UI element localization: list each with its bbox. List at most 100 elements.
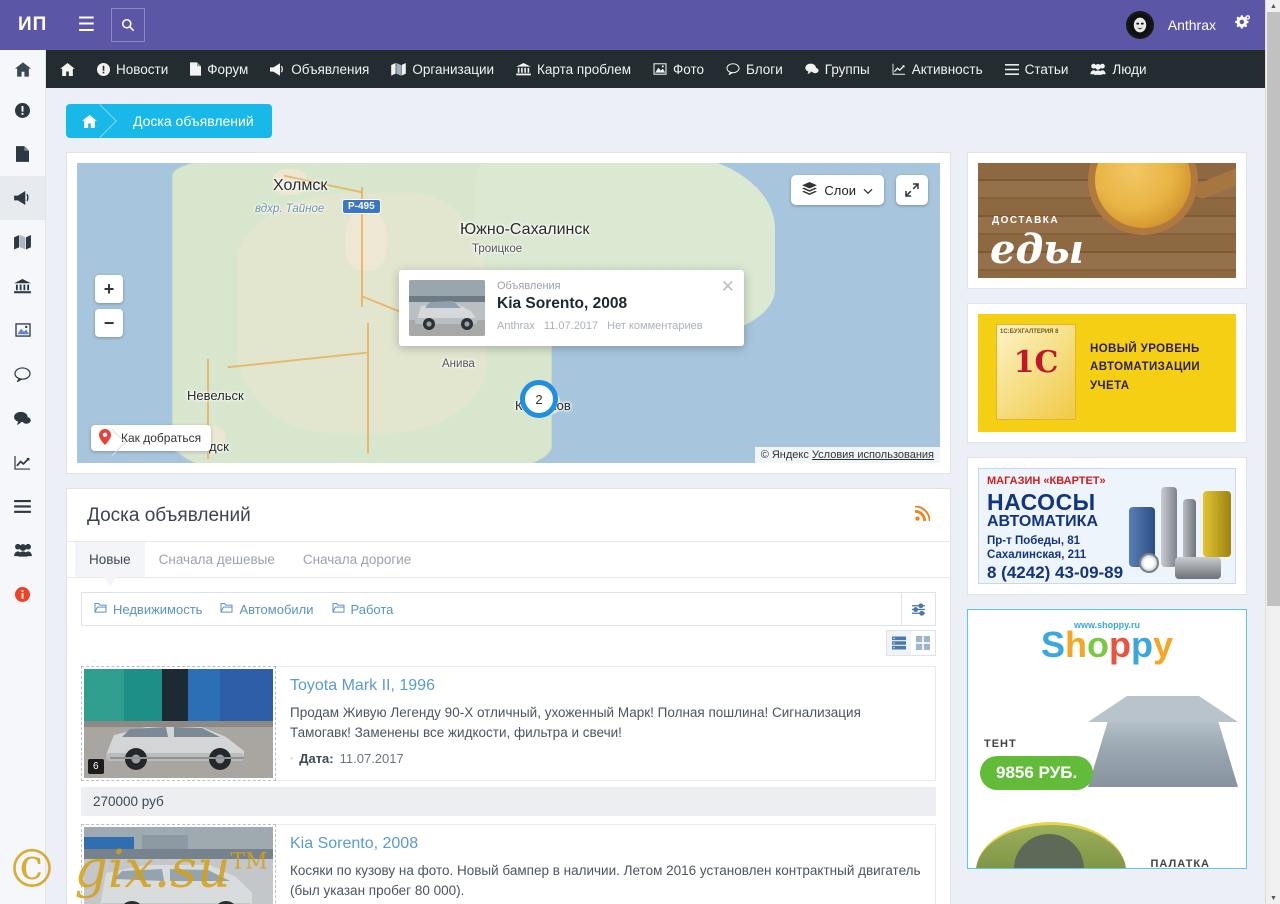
rail-item-activity[interactable] xyxy=(0,440,45,484)
listing-body: Toyota Mark II, 1996 Продам Живую Легенд… xyxy=(276,666,936,781)
zoom-in-button[interactable]: + xyxy=(95,275,123,303)
map-city-area xyxy=(345,211,387,271)
rss-icon[interactable] xyxy=(915,505,931,526)
rail-item-organizations[interactable] xyxy=(0,220,45,264)
rail-item-people[interactable] xyxy=(0,528,45,572)
ad-1c-accounting[interactable]: 1С:БУХГАЛТЕРИЯ 8 1C НОВЫЙ УРОВЕНЬ АВТОМАТ… xyxy=(967,303,1247,443)
tent-roof-image xyxy=(1088,696,1238,722)
balloon-title[interactable]: Kia Sorento, 2008 xyxy=(497,295,734,313)
nav-item-articles[interactable]: Статьи xyxy=(994,50,1080,88)
listing-thumbnail[interactable]: 6 xyxy=(81,666,276,781)
listing-description: Косяки по кузову на фото. Новый бампер в… xyxy=(290,863,921,899)
ad-kvartet-pumps[interactable]: МАГАЗИН «КВАРТЕТ» НАСОСЫ АВТОМАТИКА Пр-т… xyxy=(967,457,1247,595)
ad-banner: ДОСТАВКА еды xyxy=(978,163,1236,278)
map-label: вдхр. Тайное xyxy=(255,203,325,215)
map-terms-link[interactable]: Условия использования xyxy=(812,449,934,461)
grid-view-icon[interactable] xyxy=(911,631,935,655)
bullhorn-icon xyxy=(270,62,285,76)
nav-item-activity[interactable]: Активность xyxy=(881,50,994,88)
browser-scrollbar[interactable]: ▲ ▼ xyxy=(1265,0,1280,904)
nav-item-photo[interactable]: Фото xyxy=(642,50,715,88)
hamburger-icon[interactable]: ☰ xyxy=(63,0,109,50)
file-icon xyxy=(190,62,202,76)
ad-food-delivery[interactable]: ДОСТАВКА еды xyxy=(967,152,1247,289)
sliders-icon[interactable] xyxy=(902,592,936,626)
rail-item-groups[interactable] xyxy=(0,396,45,440)
nav-item-groups[interactable]: Группы xyxy=(794,50,881,88)
rail-item-blogs[interactable] xyxy=(0,352,45,396)
zoom-out-button[interactable]: − xyxy=(95,309,123,337)
nav-label: Форум xyxy=(207,61,249,77)
expand-arrows-icon[interactable] xyxy=(896,175,928,205)
rail-item-info[interactable] xyxy=(0,572,45,616)
folder-open-icon xyxy=(220,602,233,616)
ad-text: НОВЫЙ УРОВЕНЬ АВТОМАТИЗАЦИИ УЧЕТА xyxy=(1090,343,1201,392)
nav-label: Люди xyxy=(1112,61,1147,77)
scroll-down-arrow[interactable]: ▼ xyxy=(1266,892,1280,904)
nav-item-people[interactable]: Люди xyxy=(1079,50,1157,88)
rail-item-ads[interactable] xyxy=(0,176,45,220)
listing-title[interactable]: Kia Sorento, 2008 xyxy=(290,835,921,853)
category-filters: Недвижимость Автомобили Работа xyxy=(81,592,902,626)
rail-item-news[interactable] xyxy=(0,88,45,132)
map-balloon[interactable]: Объявления Kia Sorento, 2008 Anthrax 11.… xyxy=(399,270,744,346)
ad-item2-label: ПАЛАТКА xyxy=(1150,858,1210,869)
scrollbar-thumb[interactable] xyxy=(1267,12,1280,606)
layers-button[interactable]: Слои xyxy=(791,175,884,205)
filter-realty[interactable]: Недвижимость xyxy=(94,602,202,617)
filter-jobs[interactable]: Работа xyxy=(332,602,393,617)
home-icon[interactable] xyxy=(66,104,111,138)
scroll-up-arrow[interactable]: ▲ xyxy=(1266,0,1280,12)
content-area: Доска объявлений Холмск вдхр. Тайное Р-4… xyxy=(46,88,1265,904)
list-view-icon[interactable] xyxy=(887,631,911,655)
map-book-icon xyxy=(391,62,407,76)
route-button[interactable]: Как добраться xyxy=(91,425,212,451)
filter-cars[interactable]: Автомобили xyxy=(220,602,314,617)
rail-item-problem-map[interactable] xyxy=(0,264,45,308)
nav-item-forum[interactable]: Форум xyxy=(179,50,259,88)
nav-home[interactable] xyxy=(46,50,86,88)
map-canvas[interactable]: Холмск вдхр. Тайное Р-495 Южно-Сахалинск… xyxy=(77,163,940,463)
map-label: Южно-Сахалинск xyxy=(460,221,590,238)
nav-item-problem-map[interactable]: Карта проблем xyxy=(505,50,642,88)
rail-item-home[interactable] xyxy=(0,50,45,88)
tab-new[interactable]: Новые xyxy=(75,542,145,586)
breadcrumb-bar[interactable]: Доска объявлений xyxy=(66,104,272,138)
pump-image xyxy=(1175,557,1221,579)
pump-image xyxy=(1203,491,1231,557)
map-cluster-marker[interactable]: 2 xyxy=(520,380,558,418)
nav-item-news[interactable]: Новости xyxy=(86,50,179,88)
nav-label: Блоги xyxy=(746,61,783,77)
layers-label: Слои xyxy=(824,182,856,198)
view-toggle xyxy=(886,630,936,656)
avatar[interactable] xyxy=(1125,11,1154,39)
brand-logo[interactable]: ИП xyxy=(0,0,63,50)
folder-open-icon xyxy=(94,602,107,616)
rail-item-photo[interactable] xyxy=(0,308,45,352)
ad-phone: 8 (4242) 43-09-89 xyxy=(987,563,1124,582)
nav-label: Новости xyxy=(116,61,169,77)
close-icon[interactable]: ✕ xyxy=(721,278,735,295)
ad-shoppy[interactable]: www.shoppy.ru Shoppy ТЕНТ 9856 РУБ. ПАЛА… xyxy=(967,609,1247,869)
gear-icon[interactable] xyxy=(1230,14,1251,36)
tab-cheapest-first[interactable]: Сначала дешевые xyxy=(145,542,289,577)
listing-description: Продам Живую Легенду 90-Х отличный, ухож… xyxy=(290,705,861,741)
nav-item-blogs[interactable]: Блоги xyxy=(715,50,794,88)
rail-item-articles[interactable] xyxy=(0,484,45,528)
filter-label: Недвижимость xyxy=(113,601,203,617)
listing-title[interactable]: Toyota Mark II, 1996 xyxy=(290,677,921,695)
nav-item-ads[interactable]: Объявления xyxy=(259,50,380,88)
search-icon[interactable] xyxy=(111,8,146,42)
listing-thumbnail[interactable] xyxy=(81,824,276,904)
nav-item-organizations[interactable]: Организации xyxy=(380,50,505,88)
board-header: Доска объявлений xyxy=(67,489,950,542)
box-label: 1С:БУХГАЛТЕРИЯ 8 xyxy=(1000,329,1059,335)
tab-expensive-first[interactable]: Сначала дорогие xyxy=(289,542,425,577)
username-label[interactable]: Anthrax xyxy=(1168,17,1216,33)
rail-item-forum[interactable] xyxy=(0,132,45,176)
home-icon xyxy=(60,62,75,76)
product-box: 1С:БУХГАЛТЕРИЯ 8 1C xyxy=(996,324,1076,420)
ad-line1: ДОСТАВКА xyxy=(992,215,1060,226)
breadcrumb: Доска объявлений xyxy=(46,88,1265,138)
main-column: Холмск вдхр. Тайное Р-495 Южно-Сахалинск… xyxy=(66,152,951,904)
